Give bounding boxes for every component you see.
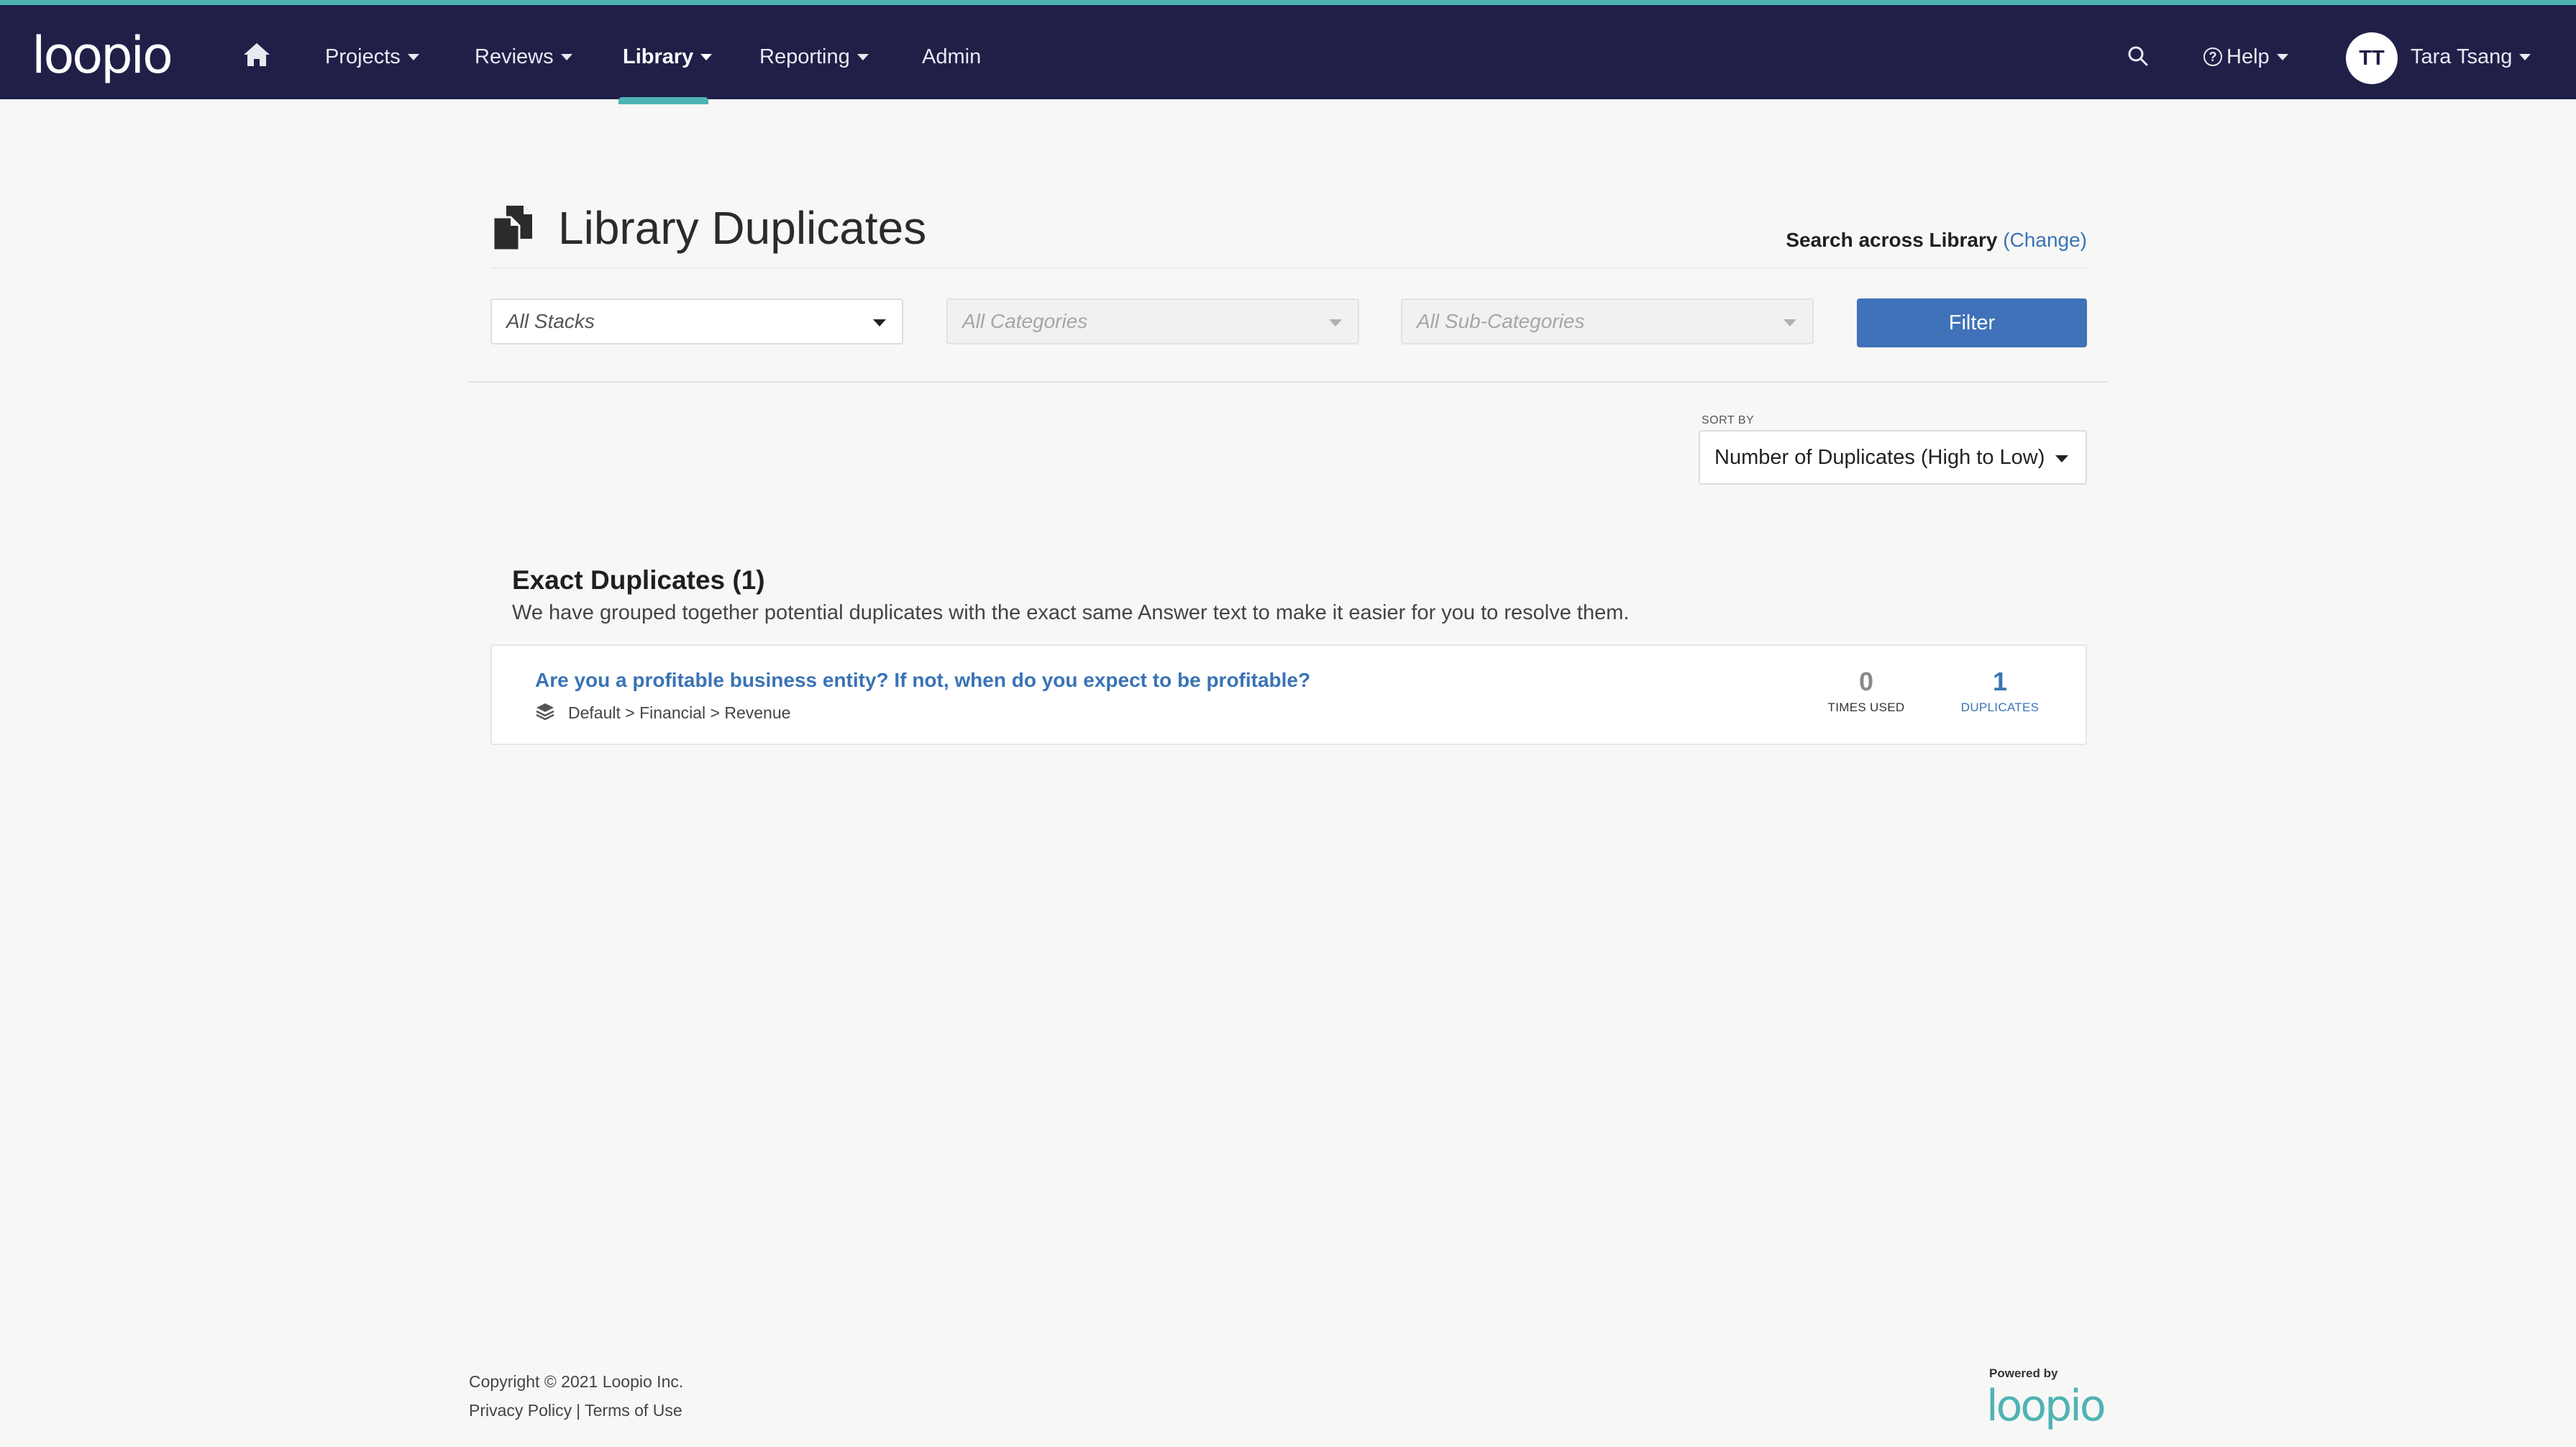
user-menu[interactable]: Tara Tsang [2411,35,2531,78]
chevron-down-icon [2519,53,2531,60]
exact-duplicates-title: Exact Duplicates (1) [512,565,765,595]
header-divider [490,268,2087,269]
loopio-logo[interactable]: loopio [32,26,173,85]
times-used-label: TIMES USED [1827,700,1905,714]
sort-select[interactable]: Number of Duplicates (High to Low) [1699,430,2087,485]
stacks-select-value: All Stacks [506,310,595,332]
chevron-down-icon [700,53,713,60]
question-circle-icon: ? [2203,47,2222,66]
nav-reporting[interactable]: Reporting [759,35,869,78]
chevron-down-icon [857,53,869,60]
page-title: Library Duplicates [558,202,927,254]
stacks-select[interactable]: All Stacks [490,298,903,344]
duplicates-label: DUPLICATES [1960,700,2040,714]
chevron-down-icon [873,319,886,327]
nav-reviews-label: Reviews [475,45,554,68]
duplicate-documents-icon [490,204,536,252]
user-name-label: Tara Tsang [2411,45,2513,68]
help-label: Help [2226,45,2270,68]
powered-by-logo: loopio [1986,1381,2106,1431]
subcategories-select-value: All Sub-Categories [1417,310,1585,332]
duplicates-count: 1 [1992,667,2008,696]
nav-reporting-label: Reporting [759,45,850,68]
footer-copyright: Copyright © 2021 Loopio Inc. [469,1372,684,1391]
avatar[interactable]: TT [2346,32,2398,84]
help-menu[interactable]: ? Help [2203,35,2288,78]
categories-select-value: All Categories [962,310,1088,332]
chevron-down-icon [2276,53,2288,60]
search-icon[interactable] [2127,45,2149,67]
exact-duplicates-description: We have grouped together potential dupli… [512,601,1630,624]
stack-icon [535,702,555,721]
search-scope: Search across Library (Change) [1786,229,2087,252]
category-breadcrumb: Default > Financial > Revenue [568,703,791,722]
filter-divider [469,381,2109,383]
sort-by-label: SORT BY [1702,414,1755,426]
chevron-down-icon [407,53,419,60]
privacy-policy-link[interactable]: Privacy Policy [469,1401,572,1420]
chevron-down-icon [560,53,572,60]
times-used-count: 0 [1858,667,1874,696]
nav-admin-label: Admin [922,45,982,68]
top-navigation-bar: loopio Projects Reviews Library Reportin… [0,0,2576,104]
terms-of-use-link[interactable]: Terms of Use [585,1401,682,1420]
chevron-down-icon [2055,455,2068,462]
categories-select[interactable]: All Categories [946,298,1359,344]
sort-select-value: Number of Duplicates (High to Low) [1714,445,2045,469]
change-scope-link[interactable]: (Change) [2003,229,2087,251]
footer-separator: | [576,1401,581,1420]
duplicates-stat[interactable]: 1 DUPLICATES [1953,667,2047,715]
nav-projects-label: Projects [325,45,401,68]
duplicate-group-card[interactable]: Are you a profitable business entity? If… [490,644,2087,745]
subcategories-select[interactable]: All Sub-Categories [1401,298,1814,344]
filter-button[interactable]: Filter [1857,298,2087,347]
nav-library-label: Library [623,45,694,68]
powered-by-label: Powered by [1989,1366,2058,1380]
chevron-down-icon [1329,319,1342,327]
active-tab-indicator [618,97,708,104]
nav-projects[interactable]: Projects [325,35,419,78]
nav-admin[interactable]: Admin [922,35,981,78]
footer-links: Privacy Policy | Terms of Use [469,1401,682,1420]
search-scope-label: Search across Library [1786,229,1998,251]
duplicate-question-link[interactable]: Are you a profitable business entity? If… [535,669,1310,692]
home-icon[interactable] [242,41,272,68]
chevron-down-icon [1783,319,1796,327]
times-used-stat: 0 TIMES USED [1819,667,1913,715]
nav-reviews[interactable]: Reviews [475,35,572,78]
nav-library[interactable]: Library [623,35,713,78]
